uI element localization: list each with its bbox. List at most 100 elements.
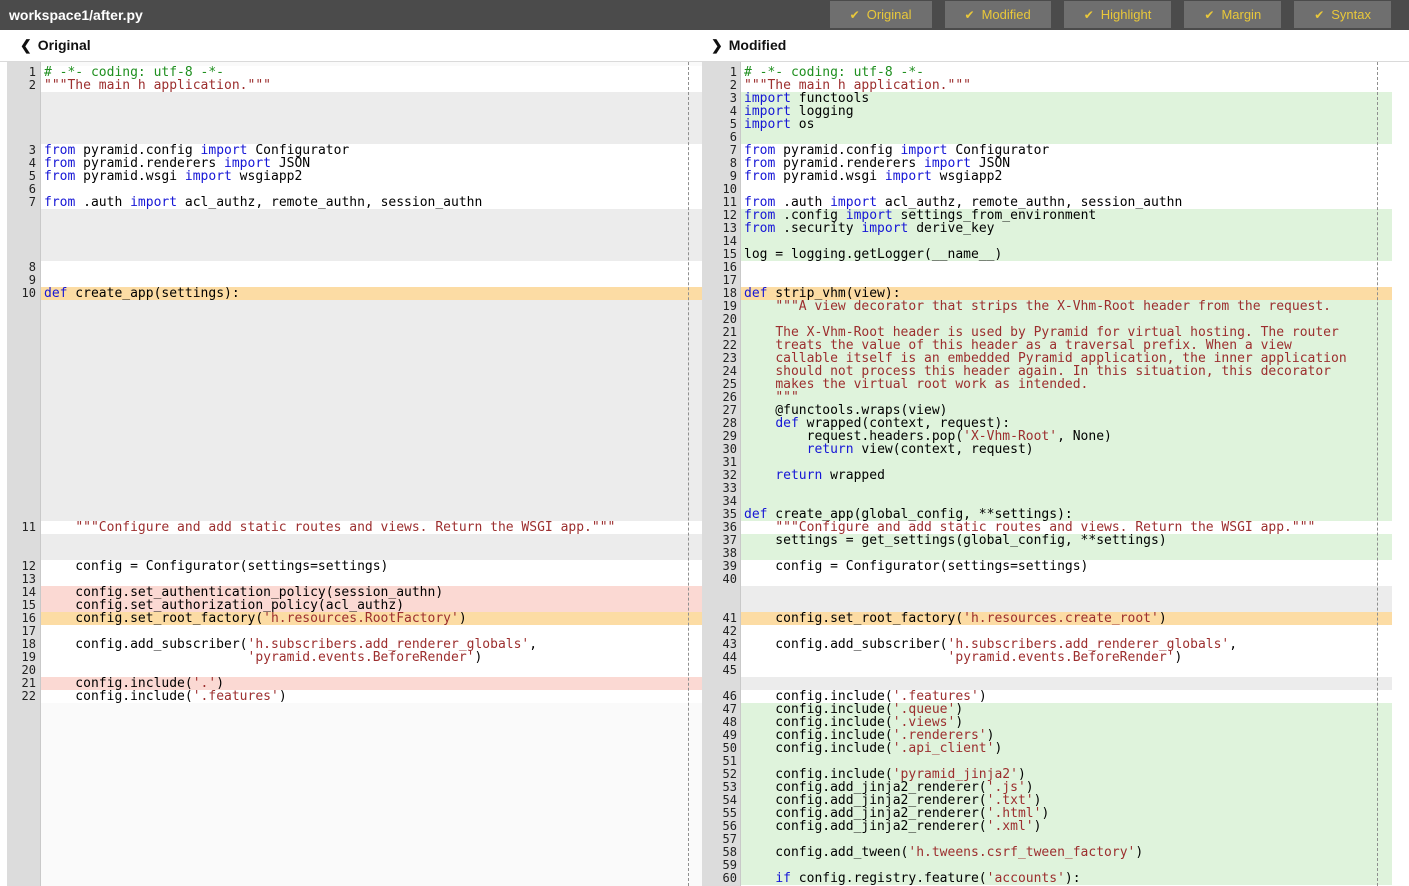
code-text — [41, 326, 702, 339]
toggle-modified-button[interactable]: ✔ Modified — [945, 1, 1051, 28]
check-icon: ✔ — [1314, 8, 1324, 22]
title-bar: workspace1/after.py ✔ Original ✔ Modifie… — [0, 0, 1409, 30]
button-label: Syntax — [1331, 7, 1371, 22]
diff-filler-row — [0, 300, 702, 313]
code-line: 16 config.set_root_factory('h.resources.… — [0, 612, 702, 625]
line-number — [0, 118, 41, 131]
toggle-original-button[interactable]: ✔ Original — [830, 1, 932, 28]
code-rows-modified: 1# -*- coding: utf-8 -*-2"""The main h a… — [702, 62, 1392, 885]
diff-filler-row — [0, 92, 702, 105]
column-margin-line — [688, 62, 689, 886]
line-number — [0, 352, 41, 365]
pane-title: Modified — [729, 37, 787, 53]
line-number: 7 — [0, 196, 41, 209]
code-text — [41, 456, 702, 469]
code-line: 19 """A view decorator that strips the X… — [702, 300, 1392, 313]
code-text: config.include('.features') — [41, 690, 702, 703]
code-text — [41, 222, 702, 235]
code-text: config = Configurator(settings=settings) — [741, 560, 1392, 573]
code-text — [41, 417, 702, 430]
diff-filler-row — [0, 443, 702, 456]
diff-filler-row — [0, 495, 702, 508]
diff-filler-row — [0, 469, 702, 482]
check-icon: ✔ — [1204, 8, 1214, 22]
code-text: from .security import derive_key — [741, 222, 1392, 235]
code-line: 44 'pyramid.events.BeforeRender') — [702, 651, 1392, 664]
line-number — [0, 404, 41, 417]
code-text — [41, 404, 702, 417]
code-text — [741, 482, 1392, 495]
code-text — [41, 443, 702, 456]
code-text: """The main h application.""" — [41, 79, 702, 92]
toggle-margin-button[interactable]: ✔ Margin — [1184, 1, 1281, 28]
diff-filler-row — [0, 391, 702, 404]
diff-filler-row — [702, 586, 1392, 599]
diff-filler-row — [0, 482, 702, 495]
line-number — [0, 92, 41, 105]
chevron-left-icon: ❮ — [20, 37, 32, 53]
code-text — [41, 118, 702, 131]
code-text: from pyramid.wsgi import wsgiapp2 — [741, 170, 1392, 183]
code-line: 41 config.set_root_factory('h.resources.… — [702, 612, 1392, 625]
code-text: from .auth import acl_authz, remote_auth… — [41, 196, 702, 209]
code-line: 45 — [702, 664, 1392, 677]
line-number — [0, 235, 41, 248]
toggle-highlight-button[interactable]: ✔ Highlight — [1064, 1, 1172, 28]
code-text: config.set_root_factory('h.resources.Roo… — [41, 612, 702, 625]
pane-header-modified: ❯ Modified — [702, 37, 786, 54]
chevron-right-icon: ❯ — [711, 37, 723, 53]
code-text: 'pyramid.events.BeforeRender') — [41, 651, 702, 664]
line-number: 45 — [702, 664, 741, 677]
diff-filler-row — [0, 378, 702, 391]
code-text — [741, 586, 1392, 599]
line-number — [0, 313, 41, 326]
toolbar: ✔ Original ✔ Modified ✔ Highlight ✔ Marg… — [830, 0, 1391, 30]
code-text: log = logging.getLogger(__name__) — [741, 248, 1392, 261]
code-text: def create_app(settings): — [41, 287, 702, 300]
line-number — [0, 105, 41, 118]
diff-filler-row — [0, 339, 702, 352]
code-text — [41, 534, 702, 547]
line-number — [0, 339, 41, 352]
button-label: Margin — [1221, 7, 1261, 22]
code-text: 'pyramid.events.BeforeRender') — [741, 651, 1392, 664]
code-text — [41, 352, 702, 365]
code-line: 32 return wrapped — [702, 469, 1392, 482]
line-number — [0, 456, 41, 469]
code-text: from pyramid.wsgi import wsgiapp2 — [41, 170, 702, 183]
toggle-syntax-button[interactable]: ✔ Syntax — [1294, 1, 1391, 28]
line-number — [0, 326, 41, 339]
diff-filler-row — [0, 430, 702, 443]
line-number — [0, 300, 41, 313]
right-gutter-spacer — [1392, 62, 1409, 886]
code-line: 56 config.add_jinja2_renderer('.xml') — [702, 820, 1392, 833]
code-line: 50 config.include('.api_client') — [702, 742, 1392, 755]
line-number — [0, 365, 41, 378]
button-label: Modified — [982, 7, 1031, 22]
code-text — [41, 209, 702, 222]
code-line: 5import os — [702, 118, 1392, 131]
code-text — [41, 339, 702, 352]
code-line: 60 if config.registry.feature('accounts'… — [702, 872, 1392, 885]
line-number — [0, 443, 41, 456]
line-number — [0, 417, 41, 430]
diff-filler-row — [0, 417, 702, 430]
line-number — [0, 378, 41, 391]
code-text — [741, 573, 1392, 586]
line-number — [0, 209, 41, 222]
line-number: 60 — [702, 872, 741, 885]
code-text: settings = get_settings(global_config, *… — [741, 534, 1392, 547]
line-number: 10 — [0, 287, 41, 300]
code-line: 40 — [702, 573, 1392, 586]
diff-filler-row — [0, 365, 702, 378]
code-text — [41, 92, 702, 105]
code-line: 10def create_app(settings): — [0, 287, 702, 300]
code-text — [741, 261, 1392, 274]
window-title: workspace1/after.py — [0, 0, 143, 30]
code-text — [41, 248, 702, 261]
line-number — [0, 430, 41, 443]
code-text: """Configure and add static routes and v… — [41, 521, 702, 534]
line-number — [0, 482, 41, 495]
diff-filler-row — [0, 209, 702, 222]
diff-filler-row — [0, 222, 702, 235]
